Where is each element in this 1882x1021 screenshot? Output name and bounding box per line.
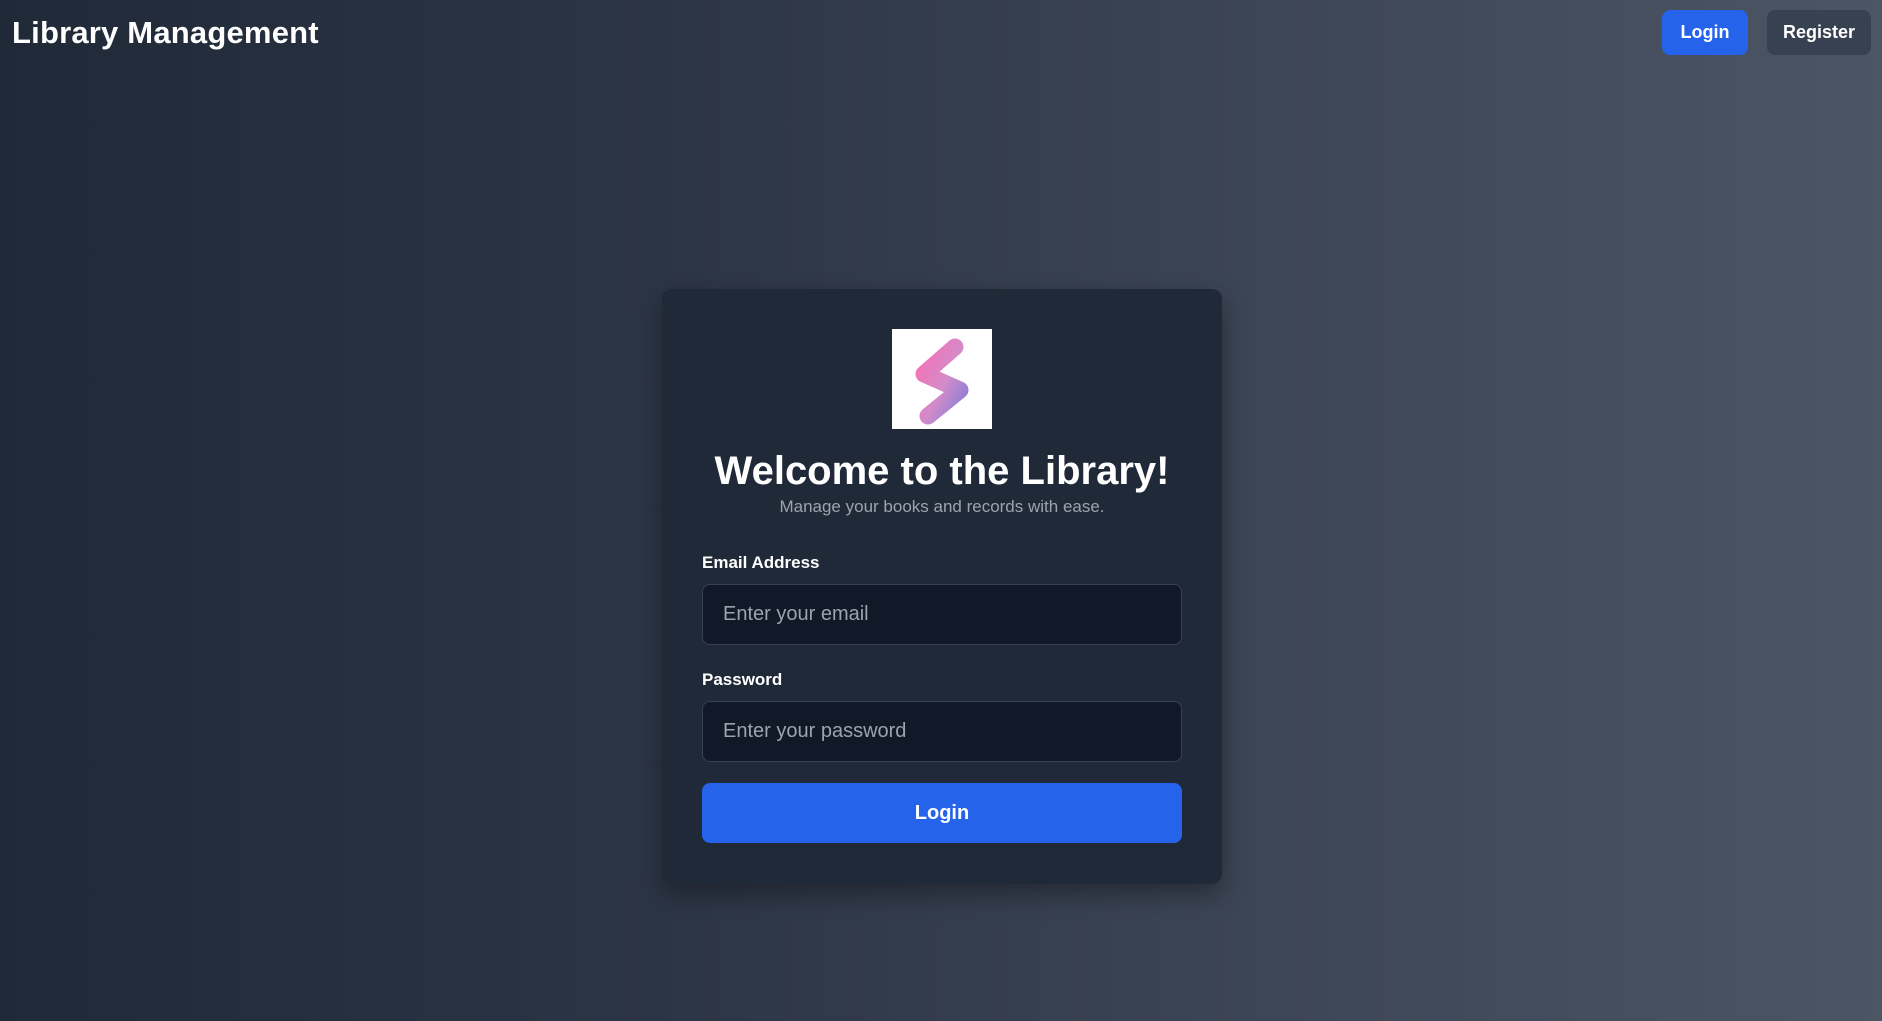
s-logo-icon	[915, 338, 969, 425]
email-field[interactable]	[702, 584, 1182, 645]
logo	[892, 329, 992, 429]
welcome-title: Welcome to the Library!	[714, 449, 1170, 493]
password-label: Password	[702, 670, 783, 689]
nav-register-button[interactable]: Register	[1767, 10, 1871, 55]
app-title: Library Management	[12, 15, 319, 50]
welcome-subtitle: Manage your books and records with ease.	[779, 497, 1105, 516]
nav-login-button[interactable]: Login	[1662, 10, 1748, 55]
password-field[interactable]	[702, 701, 1182, 762]
login-submit-button[interactable]: Login	[702, 783, 1182, 843]
navbar: Library Management Login Register	[0, 0, 1882, 68]
email-label: Email Address	[702, 553, 820, 572]
login-card: Welcome to the Library! Manage your book…	[662, 289, 1222, 884]
